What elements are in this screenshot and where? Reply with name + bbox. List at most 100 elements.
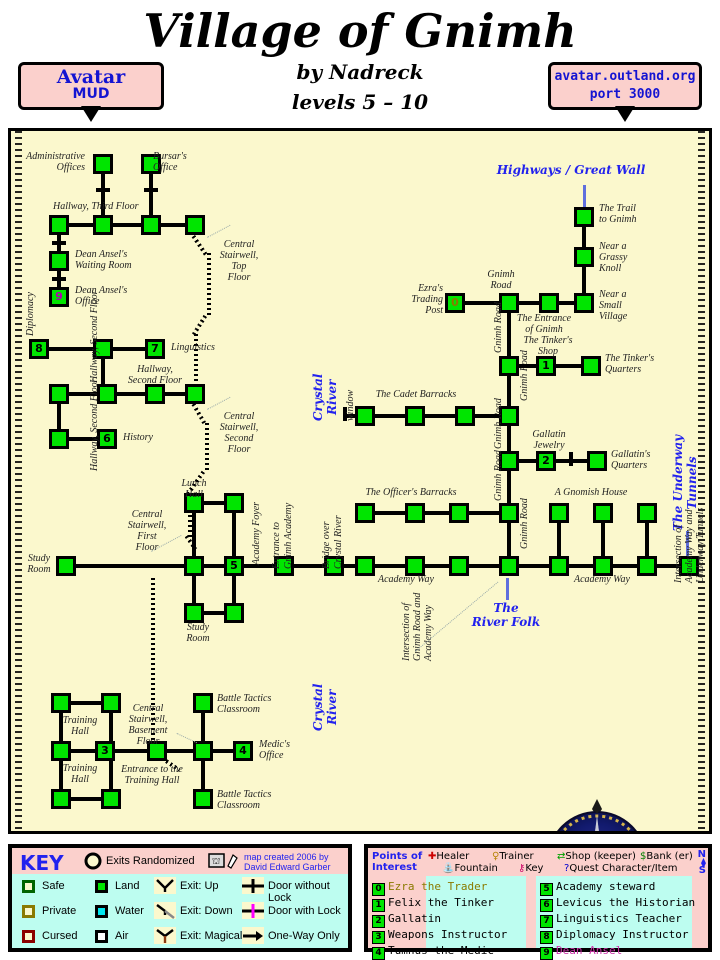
room-central-stairwell-second[interactable] — [185, 384, 205, 404]
room-dean-ansel-waiting[interactable] — [49, 251, 69, 271]
poi-entry-0[interactable]: 0 Ezra the Trader — [372, 880, 487, 896]
quest-icon: ?Quest Character/Item — [564, 863, 678, 874]
label-the-tinkers-quarters: The Tinker's Quarters — [605, 353, 655, 375]
room-hallway-third-1[interactable] — [93, 215, 113, 235]
room-near-small-village[interactable] — [574, 293, 594, 313]
room-gnomish-house-1[interactable] — [549, 503, 569, 523]
room-training-hall-sw[interactable] — [51, 789, 71, 809]
room-hallway-second-1[interactable] — [97, 384, 117, 404]
room-central-stairwell-basement[interactable] — [193, 741, 213, 761]
room-gnimh-road-1[interactable] — [499, 356, 519, 376]
room-linguistics[interactable]: 7 — [145, 339, 165, 359]
room-training-hall-nw[interactable] — [51, 693, 71, 713]
room-academy-way-2[interactable] — [405, 556, 425, 576]
room-academy-way-4[interactable] — [549, 556, 569, 576]
poi-number-8: 8 — [35, 342, 43, 355]
room-administrative-offices[interactable] — [93, 154, 113, 174]
label-entrance-to-gnimh-academy: Entrance to — [271, 522, 282, 569]
room-academy-way-5[interactable] — [593, 556, 613, 576]
poi-number-2: 2 — [372, 915, 385, 928]
edge — [469, 511, 499, 515]
poi-entry-7[interactable]: 7 Linguistics Teacher — [540, 912, 682, 928]
room-study-room-south-2[interactable] — [224, 603, 244, 623]
room-trail-to-gnimh[interactable] — [574, 207, 594, 227]
room-hallway-second-south[interactable] — [49, 429, 69, 449]
room-cadet-barracks-1[interactable] — [355, 406, 375, 426]
edge — [109, 713, 113, 741]
edge — [201, 713, 205, 741]
room-hallway-third-west[interactable] — [49, 215, 69, 235]
poi-number-3: 3 — [101, 744, 109, 757]
map-credit: map created 2006 by David Edward Garber — [244, 852, 331, 872]
poi-label-6: Levicus the Historian — [556, 896, 696, 909]
room-gnimh-road-4[interactable] — [499, 503, 519, 523]
poi-entry-1[interactable]: 1 Felix the Tinker — [372, 896, 494, 912]
poi-label-5: Academy steward — [556, 880, 656, 893]
poi-entry-3[interactable]: 3 Weapons Instructor — [372, 928, 507, 944]
shop-icon: ⇄Shop (keeper) — [557, 851, 636, 862]
room-ezras-trading-post[interactable]: 0 — [445, 293, 465, 313]
room-study-room-south-1[interactable] — [184, 603, 204, 623]
room-dean-ansel-office[interactable]: 9 — [49, 287, 69, 307]
room-officers-barracks-3[interactable] — [449, 503, 469, 523]
exits-randomized-label: Exits Randomized — [106, 855, 195, 867]
room-gnomish-house-2[interactable] — [593, 503, 613, 523]
label-central-stairwell-second-floor: Central Stairwell, Second Floor — [219, 411, 259, 455]
poi-entry-2[interactable]: 2 Gallatin — [372, 912, 441, 928]
room-medics-office[interactable]: 4 — [233, 741, 253, 761]
label-a-gnomish-house: A Gnomish House — [554, 487, 628, 498]
healer-label: Healer — [436, 851, 470, 862]
room-academy-way-3[interactable] — [449, 556, 469, 576]
room-gallatin-jewelry[interactable]: 2 — [536, 451, 556, 471]
room-grassy-knoll[interactable] — [574, 247, 594, 267]
room-diplomacy[interactable]: 8 — [29, 339, 49, 359]
room-academy-way-1[interactable] — [355, 556, 375, 576]
room-intersection-gnimh-academy[interactable] — [499, 556, 519, 576]
room-entrance-training-hall[interactable]: 3 — [95, 741, 115, 761]
room-hallway-third-2[interactable] — [141, 215, 161, 235]
room-gallatins-quarters[interactable] — [587, 451, 607, 471]
room-cadet-barracks-2[interactable] — [405, 406, 425, 426]
room-training-hall-w[interactable] — [51, 741, 71, 761]
room-lunch-hall-east[interactable] — [224, 493, 244, 513]
fountain-icon: ⛲Fountain — [442, 863, 498, 874]
compass-rose — [537, 797, 657, 831]
mud-label: MUD — [72, 86, 110, 102]
room-entrance-of-gnimh[interactable] — [539, 293, 559, 313]
edge — [507, 471, 511, 503]
label-administrative-offices: Administrative Offices — [26, 151, 85, 173]
label-gnimh-road-v2: Gnimh Road — [519, 350, 530, 401]
room-officers-barracks-1[interactable] — [355, 503, 375, 523]
map-page: Village of Gnimh by Nadreck levels 5 – 1… — [0, 0, 720, 960]
room-academy-foyer[interactable]: 5 — [224, 556, 244, 576]
poi-entry-6[interactable]: 6 Levicus the Historian — [540, 896, 695, 912]
room-cadet-barracks-3[interactable] — [455, 406, 475, 426]
poi-entry-8[interactable]: 8 Diplomacy Instructor — [540, 928, 688, 944]
edge — [232, 513, 236, 556]
label-window: window — [345, 389, 356, 421]
room-central-stairwell-top[interactable] — [185, 215, 205, 235]
room-officers-barracks-2[interactable] — [405, 503, 425, 523]
poi-entry-5[interactable]: 5 Academy steward — [540, 880, 655, 896]
room-gnomish-house-3[interactable] — [637, 503, 657, 523]
key-item-icon: ⚷Key — [518, 863, 544, 874]
room-academy-way-6[interactable] — [637, 556, 657, 576]
room-tinkers-shop[interactable]: 1 — [536, 356, 556, 376]
poi-entry-9[interactable]: 9 Dean Ansel — [540, 944, 622, 960]
poi-entry-4[interactable]: 4 Tumnus the Medic — [372, 944, 494, 960]
room-battle-tactics-south[interactable] — [193, 789, 213, 809]
room-battle-tactics-north[interactable] — [193, 693, 213, 713]
room-tinkers-quarters[interactable] — [581, 356, 601, 376]
compass-s-label: S — [698, 865, 706, 876]
key-label-private: Private — [42, 905, 77, 917]
key-label-air: Air — [115, 930, 129, 942]
room-central-stairwell-first[interactable] — [184, 556, 204, 576]
room-history[interactable]: 6 — [97, 429, 117, 449]
poi-label-9: Dean Ansel — [556, 944, 623, 957]
label-central-stairwell-basement-floor: Central Stairwell, Basement Floor — [128, 703, 168, 747]
edge — [69, 223, 93, 227]
trainer-label: Trainer — [499, 851, 534, 862]
room-training-hall-se[interactable] — [101, 789, 121, 809]
room-hallway-second-west[interactable] — [49, 384, 69, 404]
room-hallway-second-2[interactable] — [145, 384, 165, 404]
